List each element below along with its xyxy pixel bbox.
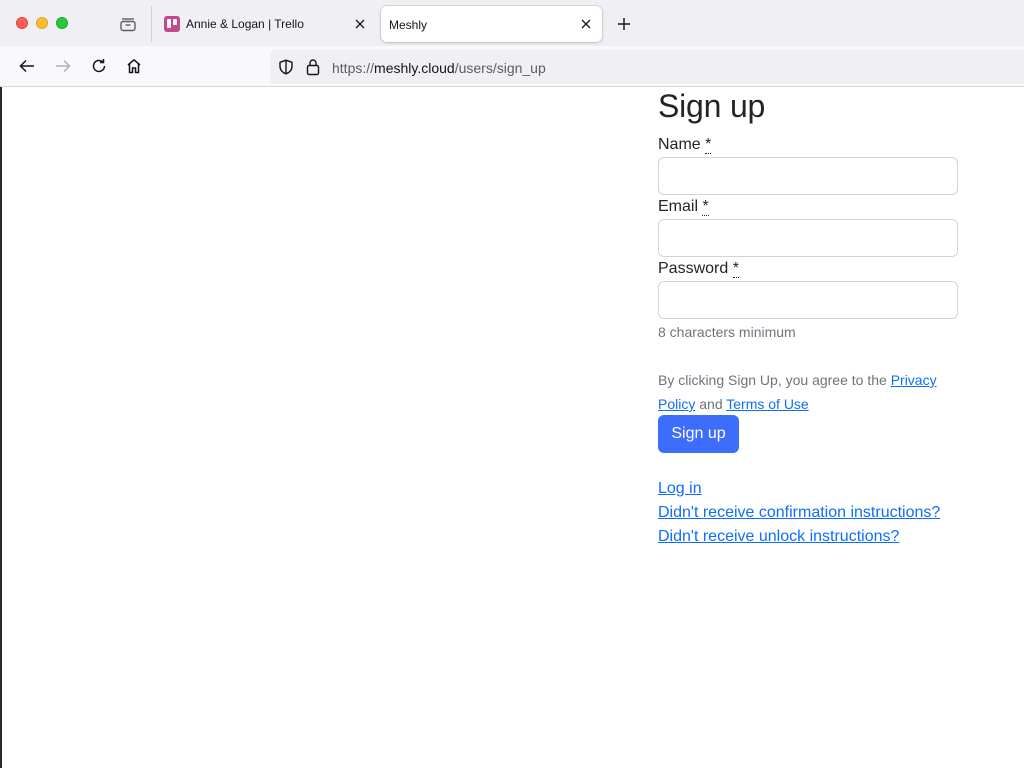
unlock-instructions-link[interactable]: Didn't receive unlock instructions? bbox=[658, 525, 940, 549]
url-text[interactable]: https://meshly.cloud/users/sign_up bbox=[332, 60, 546, 76]
reload-icon[interactable] bbox=[89, 56, 109, 76]
tab-title: Meshly bbox=[389, 18, 428, 32]
url-host: meshly.cloud bbox=[374, 60, 455, 76]
required-mark: * bbox=[702, 198, 709, 216]
back-arrow-icon[interactable] bbox=[17, 56, 37, 76]
forward-arrow-icon[interactable] bbox=[53, 56, 73, 76]
password-hint: 8 characters minimum bbox=[658, 324, 796, 340]
agreement-text: By clicking Sign Up, you agree to the Pr… bbox=[658, 372, 937, 412]
maximize-window-button[interactable] bbox=[56, 17, 68, 29]
tab-divider bbox=[151, 6, 152, 42]
page-viewport: Sign up Name * Email * Password * 8 char… bbox=[0, 87, 1024, 768]
close-tab-icon[interactable] bbox=[352, 16, 368, 32]
required-mark: * bbox=[705, 136, 712, 154]
password-label: Password * bbox=[658, 260, 739, 278]
name-field[interactable] bbox=[658, 157, 958, 195]
email-field[interactable] bbox=[658, 219, 958, 257]
auth-links: Log in Didn't receive confirmation instr… bbox=[658, 477, 940, 549]
tab-trello[interactable]: Annie & Logan | Trello bbox=[156, 6, 376, 42]
log-in-link[interactable]: Log in bbox=[658, 477, 940, 501]
page-title: Sign up bbox=[658, 88, 766, 124]
close-window-button[interactable] bbox=[16, 17, 28, 29]
sign-up-button[interactable]: Sign up bbox=[658, 415, 739, 453]
url-path: /users/sign_up bbox=[454, 60, 546, 76]
tab-meshly[interactable]: Meshly bbox=[381, 6, 602, 42]
url-scheme: https:// bbox=[332, 60, 375, 76]
minimize-window-button[interactable] bbox=[36, 17, 48, 29]
terms-of-use-link[interactable]: Terms of Use bbox=[726, 396, 808, 412]
home-icon[interactable] bbox=[124, 56, 144, 76]
confirmation-instructions-link[interactable]: Didn't receive confirmation instructions… bbox=[658, 501, 940, 525]
new-tab-button[interactable] bbox=[614, 14, 634, 34]
trello-icon bbox=[164, 16, 180, 32]
shield-icon[interactable] bbox=[278, 59, 294, 75]
browser-tab-bar: Annie & Logan | Trello Meshly bbox=[0, 0, 1024, 46]
email-label: Email * bbox=[658, 198, 709, 216]
lock-icon[interactable] bbox=[305, 58, 321, 76]
close-tab-icon[interactable] bbox=[578, 16, 594, 32]
password-field[interactable] bbox=[658, 281, 958, 319]
url-bar[interactable]: https://meshly.cloud/users/sign_up bbox=[270, 50, 1024, 84]
name-label: Name * bbox=[658, 136, 712, 154]
tab-overview-icon[interactable] bbox=[118, 14, 138, 34]
required-mark: * bbox=[732, 260, 739, 278]
browser-nav-bar: https://meshly.cloud/users/sign_up bbox=[0, 46, 1024, 87]
tab-title: Annie & Logan | Trello bbox=[186, 17, 304, 31]
